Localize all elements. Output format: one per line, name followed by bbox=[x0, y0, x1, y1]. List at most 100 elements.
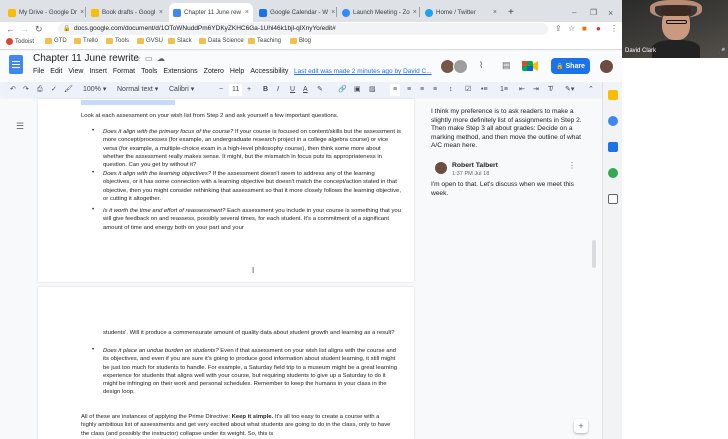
font-size-decrease[interactable]: − bbox=[219, 84, 223, 96]
bookmark-folder-tools[interactable]: Tools bbox=[106, 38, 129, 44]
url-input[interactable]: 🔒 docs.google.com/document/d/1OToWNuddPm… bbox=[58, 23, 548, 35]
menu-extensions[interactable]: Extensions bbox=[163, 68, 197, 75]
close-window-icon[interactable]: × bbox=[604, 3, 617, 22]
browser-menu-icon[interactable]: ⋮ bbox=[610, 23, 618, 35]
star-icon[interactable]: ☆ bbox=[134, 54, 141, 63]
contacts-icon[interactable] bbox=[608, 142, 618, 152]
close-tab-icon[interactable]: × bbox=[493, 9, 497, 16]
add-comment-button[interactable]: + bbox=[574, 419, 588, 433]
align-right-icon[interactable]: ≡ bbox=[420, 84, 424, 96]
account-avatar[interactable] bbox=[599, 59, 614, 74]
bookmark-folder-trello[interactable]: Trello bbox=[74, 38, 98, 44]
underline-button[interactable]: U bbox=[290, 84, 295, 96]
decrease-indent-icon[interactable]: ⇤ bbox=[519, 84, 525, 96]
add-ons-icon[interactable] bbox=[608, 194, 618, 204]
text-color-button[interactable]: A bbox=[303, 84, 308, 96]
bulleted-list-icon[interactable]: •≡ bbox=[481, 84, 488, 96]
close-tab-icon[interactable]: × bbox=[159, 9, 163, 16]
menu-view[interactable]: View bbox=[68, 68, 83, 75]
undo-icon[interactable]: ↶ bbox=[10, 84, 16, 96]
document-title[interactable]: Chapter 11 June rewrite bbox=[33, 53, 139, 64]
menu-tools[interactable]: Tools bbox=[141, 68, 157, 75]
cloud-saved-icon[interactable]: ☁ bbox=[157, 54, 165, 63]
document-page[interactable]: students'. Will it produce a commensurat… bbox=[38, 287, 414, 439]
spellcheck-icon[interactable]: ✓ bbox=[51, 84, 57, 96]
insert-link-icon[interactable]: 🔗 bbox=[338, 84, 347, 96]
numbered-list-icon[interactable]: 1≡ bbox=[500, 84, 508, 96]
close-tab-icon[interactable]: × bbox=[331, 9, 335, 16]
style-select[interactable]: Normal text ▾ bbox=[117, 84, 158, 96]
menu-insert[interactable]: Insert bbox=[89, 68, 107, 75]
share-button[interactable]: 🔒 Share bbox=[551, 58, 590, 74]
closing-bold: Keep it simple. bbox=[231, 414, 274, 420]
close-tab-icon[interactable]: × bbox=[245, 9, 249, 16]
last-edit-link[interactable]: Last edit was made 2 minutes ago by Davi… bbox=[294, 68, 432, 75]
maps-icon[interactable] bbox=[608, 168, 618, 178]
print-icon[interactable]: ⎙ bbox=[37, 84, 43, 96]
minimize-window-icon[interactable]: – bbox=[568, 3, 580, 22]
document-page[interactable]: Look at each assessment on your wish lis… bbox=[38, 99, 414, 282]
insert-image-icon[interactable]: ▨ bbox=[369, 84, 376, 96]
tab-twitter[interactable]: Home / Twitter × bbox=[421, 3, 501, 22]
tab-google-calendar[interactable]: Google Calendar - W × bbox=[255, 3, 335, 22]
comment-more-icon[interactable]: ⋮ bbox=[568, 161, 576, 170]
increase-indent-icon[interactable]: ⇥ bbox=[533, 84, 539, 96]
back-icon[interactable]: ← bbox=[6, 23, 15, 35]
insert-comment-icon[interactable]: ▣ bbox=[354, 84, 361, 96]
move-folder-icon[interactable]: ▭ bbox=[145, 54, 153, 63]
checklist-icon[interactable]: ☑ bbox=[465, 84, 471, 96]
menu-help[interactable]: Help bbox=[230, 68, 244, 75]
tasks-icon[interactable] bbox=[608, 116, 618, 126]
menu-format[interactable]: Format bbox=[113, 68, 135, 75]
paint-format-icon[interactable]: 🖌 bbox=[64, 84, 73, 96]
align-left-icon[interactable]: ≡ bbox=[390, 84, 401, 96]
line-spacing-icon[interactable]: ↕ bbox=[449, 84, 453, 96]
menu-zotero[interactable]: Zotero bbox=[204, 68, 224, 75]
clear-formatting-icon[interactable]: T̸ bbox=[548, 84, 552, 96]
font-select[interactable]: Calibri ▾ bbox=[169, 84, 194, 96]
collapse-toolbar-icon[interactable]: ⌃ bbox=[588, 84, 594, 96]
menu-file[interactable]: File bbox=[33, 68, 44, 75]
tab-launch-meeting[interactable]: Launch Meeting - Zo × bbox=[338, 3, 418, 22]
keep-icon[interactable] bbox=[608, 90, 618, 100]
tab-book-drafts[interactable]: Book drafts - Googl × bbox=[87, 3, 167, 22]
font-size-increase[interactable]: + bbox=[247, 84, 251, 96]
comment-history-icon[interactable]: ▤ bbox=[502, 60, 511, 71]
forward-icon[interactable]: → bbox=[20, 23, 29, 35]
vertical-scrollbar[interactable] bbox=[592, 240, 596, 268]
bold-button[interactable]: B bbox=[263, 84, 268, 96]
activity-trend-icon[interactable]: ⌇ bbox=[479, 60, 483, 71]
docs-logo-icon[interactable] bbox=[9, 55, 23, 74]
extension-icon[interactable]: ■ bbox=[582, 23, 587, 35]
close-tab-icon[interactable]: × bbox=[413, 9, 417, 16]
bookmark-folder-gvsu[interactable]: GVSU bbox=[137, 38, 163, 44]
highlight-icon[interactable]: ✎ bbox=[317, 84, 323, 96]
tab-chapter-11[interactable]: Chapter 11 June rew × bbox=[169, 3, 253, 22]
document-outline-icon[interactable]: ☰ bbox=[16, 121, 24, 132]
bookmark-folder-blog[interactable]: Blog bbox=[290, 38, 311, 44]
restore-window-icon[interactable]: ❐ bbox=[586, 3, 601, 22]
bookmark-folder-teaching[interactable]: Teaching bbox=[248, 38, 281, 44]
menu-accessibility[interactable]: Accessibility bbox=[250, 68, 288, 75]
meet-icon[interactable] bbox=[522, 60, 539, 72]
profile-avatar-icon[interactable]: ● bbox=[596, 23, 601, 35]
font-size-input[interactable]: 11 bbox=[229, 84, 243, 96]
menu-edit[interactable]: Edit bbox=[50, 68, 62, 75]
close-tab-icon[interactable]: × bbox=[80, 9, 84, 16]
bookmark-star-icon[interactable]: ☆ bbox=[568, 23, 575, 35]
bookmark-folder-slack[interactable]: Slack bbox=[168, 38, 192, 44]
redo-icon[interactable]: ↷ bbox=[23, 84, 29, 96]
zoom-select[interactable]: 100% ▾ bbox=[83, 84, 106, 96]
align-center-icon[interactable]: ≡ bbox=[407, 84, 411, 96]
editing-mode-icon[interactable]: ✎▾ bbox=[565, 84, 574, 96]
share-page-icon[interactable]: ⇪ bbox=[555, 23, 562, 35]
bookmark-folder-gtd[interactable]: GTD bbox=[45, 38, 67, 44]
collaborator-count-avatar[interactable] bbox=[453, 59, 468, 74]
bookmark-todoist[interactable]: Todoist bbox=[6, 38, 34, 45]
italic-button[interactable]: I bbox=[277, 84, 279, 96]
reload-icon[interactable]: ↻ bbox=[35, 23, 43, 35]
bookmark-folder-data-science[interactable]: Data Science bbox=[199, 38, 244, 44]
new-tab-button[interactable]: + bbox=[504, 3, 518, 22]
tab-my-drive[interactable]: My Drive - Google Dr × bbox=[4, 3, 84, 22]
justify-icon[interactable]: ≡ bbox=[433, 84, 437, 96]
